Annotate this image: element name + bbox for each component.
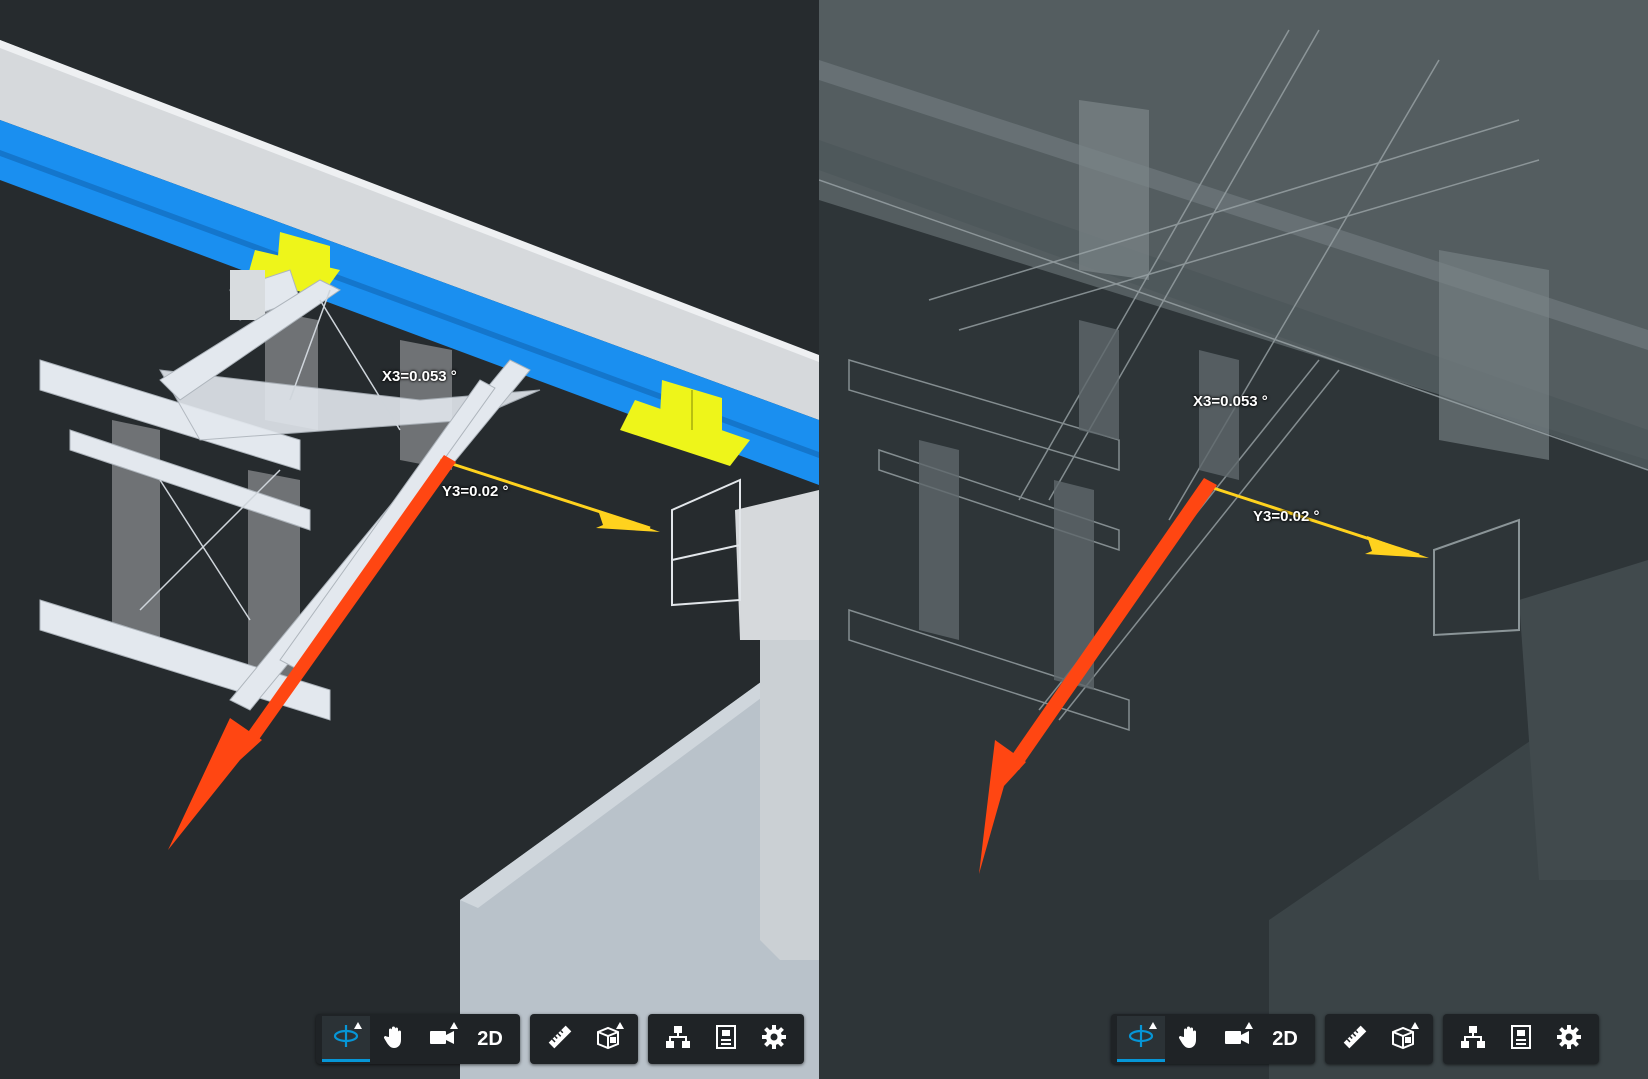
- properties-button[interactable]: [1497, 1016, 1545, 1062]
- orbit-menu-indicator[interactable]: [1149, 1022, 1157, 1029]
- left-3d-scene[interactable]: [0, 0, 819, 1079]
- x-angle-label: X3=0.053 °: [1193, 393, 1268, 410]
- x-angle-label: X3=0.053 °: [382, 368, 457, 385]
- pan-button[interactable]: [1165, 1016, 1213, 1062]
- left-viewport[interactable]: X3=0.053 ° Y3=0.02 ° 2D: [0, 0, 819, 1079]
- orbit-menu-indicator[interactable]: [354, 1022, 362, 1029]
- railing[interactable]: [671, 478, 741, 607]
- gear-icon: [761, 1024, 787, 1055]
- section-button[interactable]: [1379, 1016, 1427, 1062]
- x-axis-arrow: [1007, 478, 1217, 770]
- settings-button[interactable]: [750, 1016, 798, 1062]
- 2d-label: 2D: [477, 1027, 503, 1050]
- hand-icon: [381, 1024, 407, 1055]
- 2d-button[interactable]: 2D: [466, 1016, 514, 1062]
- hierarchy-icon: [664, 1024, 692, 1055]
- properties-icon: [714, 1024, 738, 1055]
- model-group: [648, 1014, 804, 1064]
- section-menu-indicator[interactable]: [1411, 1022, 1419, 1029]
- pier-cap[interactable]: [735, 490, 819, 640]
- orbit-button[interactable]: [322, 1016, 370, 1062]
- measure-button[interactable]: [1331, 1016, 1379, 1062]
- left-navigation-toolbar: 2D: [316, 1014, 804, 1064]
- hierarchy-icon: [1459, 1024, 1487, 1055]
- pier-cap-ghost[interactable]: [1079, 100, 1149, 280]
- orbit-button[interactable]: [1117, 1016, 1165, 1062]
- camera-menu-indicator[interactable]: [450, 1022, 458, 1029]
- measure-button[interactable]: [536, 1016, 584, 1062]
- measure-group: [1325, 1014, 1433, 1064]
- camera-button[interactable]: [1213, 1016, 1261, 1062]
- navigation-group: 2D: [316, 1014, 520, 1064]
- properties-icon: [1509, 1024, 1533, 1055]
- support-column-ghost-1[interactable]: [919, 440, 959, 640]
- camera-button[interactable]: [418, 1016, 466, 1062]
- section-menu-indicator[interactable]: [616, 1022, 624, 1029]
- measure-group: [530, 1014, 638, 1064]
- right-viewport[interactable]: X3=0.053 ° Y3=0.02 ° 2D: [819, 0, 1648, 1079]
- pier-column[interactable]: [760, 600, 819, 960]
- navigation-group: 2D: [1111, 1014, 1315, 1064]
- right-3d-scene[interactable]: [819, 0, 1648, 1079]
- section-button[interactable]: [584, 1016, 632, 1062]
- model-browser-button[interactable]: [1449, 1016, 1497, 1062]
- model-group: [1443, 1014, 1599, 1064]
- hand-icon: [1176, 1024, 1202, 1055]
- pan-button[interactable]: [370, 1016, 418, 1062]
- ruler-icon: [1342, 1024, 1368, 1055]
- y-angle-label: Y3=0.02 °: [1253, 508, 1320, 525]
- 2d-button[interactable]: 2D: [1261, 1016, 1309, 1062]
- settings-button[interactable]: [1545, 1016, 1593, 1062]
- y-angle-label: Y3=0.02 °: [442, 483, 509, 500]
- 2d-label: 2D: [1272, 1027, 1298, 1050]
- gear-icon: [1556, 1024, 1582, 1055]
- ruler-icon: [547, 1024, 573, 1055]
- right-navigation-toolbar: 2D: [1111, 1014, 1599, 1064]
- camera-menu-indicator[interactable]: [1245, 1022, 1253, 1029]
- model-browser-button[interactable]: [654, 1016, 702, 1062]
- properties-button[interactable]: [702, 1016, 750, 1062]
